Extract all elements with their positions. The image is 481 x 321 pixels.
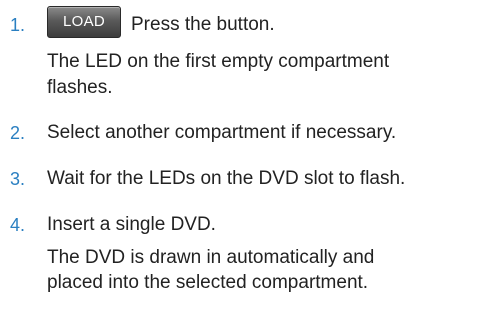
step-text: Press the button.: [131, 14, 275, 35]
step-number: 1.: [10, 15, 26, 35]
step-number: 4.: [10, 215, 26, 235]
step-number: 3.: [10, 169, 26, 189]
load-button[interactable]: LOAD: [47, 6, 121, 38]
step-result-line: flashes.: [47, 77, 113, 98]
step-text: Wait for the LEDs on the DVD slot to fla…: [47, 168, 406, 189]
instruction-steps: 1. LOAD Press the button. The LED on the…: [0, 0, 481, 321]
step-result-line: placed into the selected compartment.: [47, 272, 369, 293]
step-text: Insert a single DVD.: [47, 214, 216, 235]
step-result-line: The LED on the first empty compartment: [47, 51, 390, 72]
step-number: 2.: [10, 123, 26, 143]
step-text: Select another compartment if necessary.: [47, 122, 397, 143]
step-result-line: The DVD is drawn in automatically and: [47, 247, 375, 268]
